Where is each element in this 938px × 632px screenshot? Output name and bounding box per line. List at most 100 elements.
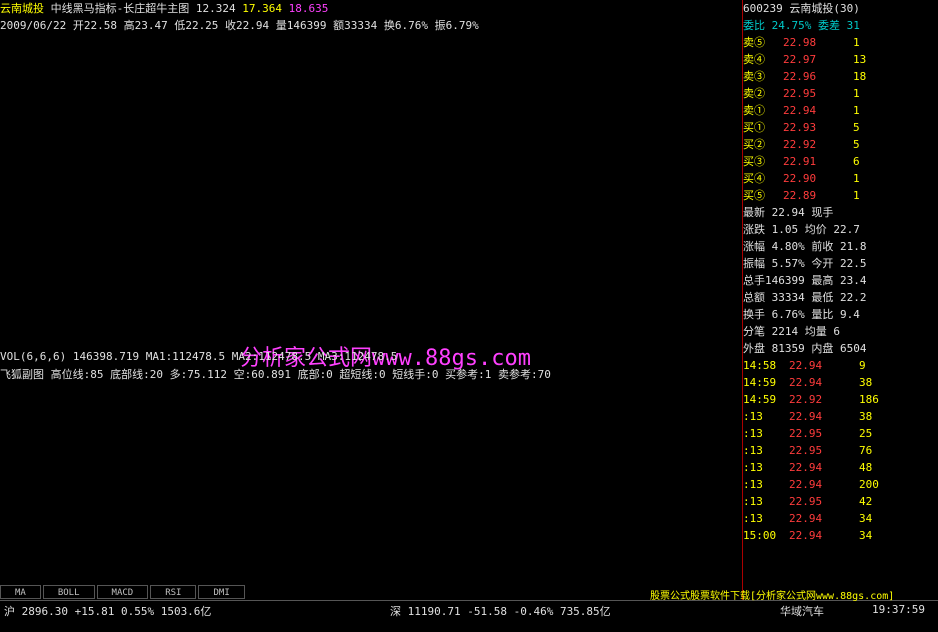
chart-area[interactable]: 云南城投 中线黑马指标-长庄超牛主图 12.324 17.364 18.635 …	[0, 0, 740, 600]
tick-cell: 42	[859, 495, 873, 508]
stock-name: 云南城投	[0, 2, 44, 15]
stats: 涨跌 1.05 均价 22.7 涨幅 4.80% 前收 21.8 振幅 5.57% …	[743, 221, 938, 357]
tick-cell: 22.94	[789, 512, 823, 525]
stat-row: 涨幅 4.80% 前收 21.8	[743, 240, 867, 253]
stat-row: 换手 6.76% 量比 9.4	[743, 308, 860, 321]
tick-cell: 38	[859, 376, 873, 389]
tab-boll[interactable]: BOLL	[42, 585, 95, 599]
book-cell: 22.97	[783, 53, 817, 66]
book-cell: 22.89	[783, 189, 817, 202]
tick-cell: 22.92	[789, 393, 823, 406]
tick-cell: 22.94	[789, 376, 823, 389]
tick-cell: :13	[743, 478, 763, 491]
tick-cell: 22.95	[789, 427, 823, 440]
tick-row: :13 22.94 38	[743, 408, 938, 425]
tick-row: 15:00 22.94 34	[743, 527, 938, 544]
tick-cell: 22.94	[789, 410, 823, 423]
stat-row: 总额 33334 最低 22.2	[743, 291, 867, 304]
tick-cell: 22.94	[789, 529, 823, 542]
stock-code: 600239 云南城投 (30)	[743, 0, 938, 17]
stat-row: 分笔 2214 均量 6	[743, 325, 840, 338]
sz-index: 深 11190.71 -51.58 -0.46% 735.85亿	[390, 605, 611, 618]
book-cell: 买③	[743, 155, 765, 168]
tab-dmi[interactable]: DMI	[198, 585, 245, 599]
status-bar: 沪 2896.30 +15.81 0.55% 1503.6亿 深 11190.7…	[0, 591, 938, 632]
book-cell: 1	[853, 172, 860, 185]
book-cell: 22.93	[783, 121, 817, 134]
book-cell: 22.90	[783, 172, 817, 185]
book-row: 买① 22.93 5	[743, 119, 938, 136]
stat-row: 振幅 5.57% 今开 22.5	[743, 257, 867, 270]
code: 600239	[743, 2, 783, 15]
tick-cell: :13	[743, 461, 763, 474]
tick-cell: 14:58	[743, 359, 777, 372]
book-cell: 22.98	[783, 36, 817, 49]
tick-cell: 22.95	[789, 495, 823, 508]
tick-cell: 200	[859, 478, 879, 491]
book-row: 卖① 22.94 1	[743, 102, 938, 119]
tick-cell: 9	[859, 359, 866, 372]
tick-row: :13 22.94 200	[743, 476, 938, 493]
v2: 17.364	[242, 2, 282, 15]
indicator-name: 中线黑马指标-长庄超牛主图	[50, 2, 190, 15]
time: 19:37:59	[872, 603, 925, 616]
tick-cell: :13	[743, 512, 763, 525]
tick-cell: 22.94	[789, 478, 823, 491]
tick-cell: 76	[859, 444, 873, 457]
tick-cell: 38	[859, 410, 873, 423]
ad[interactable]: 股票公式股票软件下载[分析家公式网www.88gs.com]	[650, 587, 894, 602]
v1: 12.324	[195, 2, 236, 15]
tick-row: :13 22.95 42	[743, 493, 938, 510]
tick-row: 14:59 22.94 38	[743, 374, 938, 391]
last-price: 最新 22.94 现手	[743, 206, 834, 219]
book-cell: 22.92	[783, 138, 817, 151]
tick-row: 14:58 22.94 9	[743, 357, 938, 374]
tick-cell: 34	[859, 512, 873, 525]
book-row: 卖④ 22.97 13	[743, 51, 938, 68]
book-cell: 22.91	[783, 155, 817, 168]
tick-cell: :13	[743, 495, 763, 508]
book-cell: 1	[853, 87, 860, 100]
title-row: 云南城投 中线黑马指标-长庄超牛主图 12.324 17.364 18.635	[0, 0, 740, 17]
book-cell: 买④	[743, 172, 765, 185]
tick-cell: 14:59	[743, 376, 777, 389]
book-cell: 5	[853, 138, 860, 151]
book-cell: 1	[853, 189, 860, 202]
stat-row: 涨跌 1.05 均价 22.7	[743, 223, 860, 236]
v3: 18.635	[288, 2, 329, 15]
sh-index: 沪 2896.30 +15.81 0.55% 1503.6亿	[4, 605, 212, 618]
tab-ma[interactable]: MA	[0, 585, 41, 599]
tab-rsi[interactable]: RSI	[150, 585, 197, 599]
tick-cell: :13	[743, 427, 763, 440]
stock2: 华域汽车	[780, 605, 824, 618]
tick-list: 14:58 22.94 9 14:59 22.94 38 14:59 22.92 186:13 2…	[743, 357, 938, 544]
book-cell: 买②	[743, 138, 765, 151]
tab-bar: MA BOLL MACD RSI DMI	[0, 585, 247, 599]
tick-cell: 186	[859, 393, 879, 406]
book-cell: 卖③	[743, 70, 765, 83]
tick-row: :13 22.95 25	[743, 425, 938, 442]
book-row: 卖⑤ 22.98 1	[743, 34, 938, 51]
tab-macd[interactable]: MACD	[96, 585, 149, 599]
tick-cell: :13	[743, 410, 763, 423]
tick-cell: 14:59	[743, 393, 777, 406]
book-row: 买③ 22.91 6	[743, 153, 938, 170]
book-cell: 1	[853, 36, 860, 49]
tick-cell: 34	[859, 529, 873, 542]
sub-line: 飞狐副图 高位线:85 底部线:20 多:75.112 空:60.891 底部:…	[0, 368, 551, 381]
stat-row: 总手146399 最高 23.4	[743, 274, 867, 287]
tick-row: :13 22.95 76	[743, 442, 938, 459]
book-cell: 5	[853, 121, 860, 134]
book-row: 买⑤ 22.89 1	[743, 187, 938, 204]
tick-row: :13 22.94 34	[743, 510, 938, 527]
book-cell: 卖①	[743, 104, 765, 117]
weibi: 委比 24.75% 委差 31	[743, 19, 860, 32]
tick-cell: 22.95	[789, 444, 823, 457]
book-cell: 13	[853, 53, 867, 66]
book-row: 买④ 22.90 1	[743, 170, 938, 187]
book-cell: 22.94	[783, 104, 817, 117]
name: 云南城投	[789, 2, 834, 15]
book-cell: 卖④	[743, 53, 765, 66]
book-cell: 22.96	[783, 70, 817, 83]
book-row: 买② 22.92 5	[743, 136, 938, 153]
